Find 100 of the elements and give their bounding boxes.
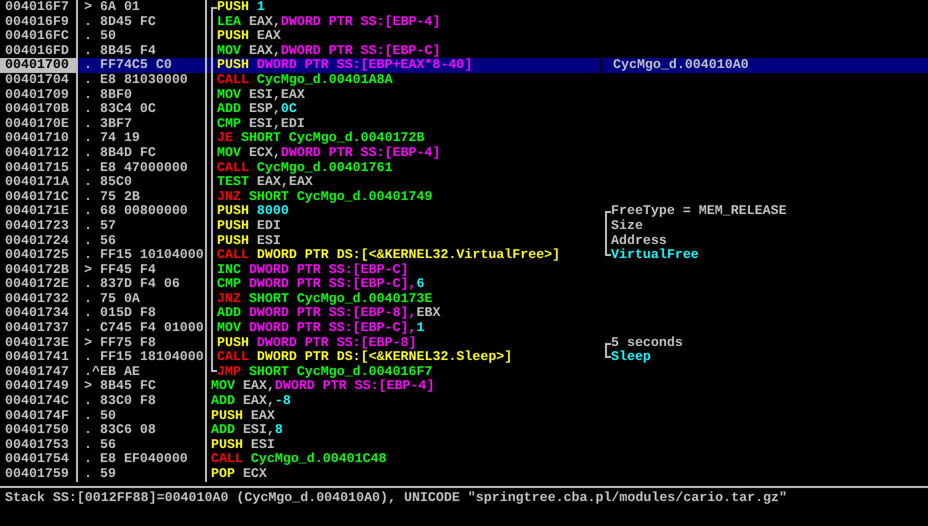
- instruction-text: PUSH DWORD PTR SS:[EBP+EAX*8-40]: [217, 58, 472, 73]
- jump-marker: .: [84, 102, 93, 117]
- comment-text: Size: [611, 218, 643, 234]
- jump-marker: .: [84, 190, 93, 204]
- hex-bytes: E8 81030000: [100, 72, 188, 88]
- hex-bytes: C745 F4 01000: [100, 321, 204, 336]
- address-cell[interactable]: 00401723: [0, 218, 76, 234]
- address-cell[interactable]: 00401700: [0, 58, 76, 73]
- hex-bytes: FF74C5 C0: [100, 58, 172, 73]
- jump-marker: .: [84, 452, 93, 467]
- address-cell[interactable]: 00401724: [0, 234, 76, 248]
- hex-bytes: 56: [100, 234, 116, 248]
- address-cell[interactable]: 0040174F: [0, 408, 76, 424]
- instruction-text: JNZ SHORT CycMgo_d.0040173E: [217, 292, 432, 306]
- instruction-text: ADD ESI,8: [211, 423, 283, 438]
- jump-marker: .: [84, 146, 93, 161]
- jump-marker: .: [84, 44, 93, 58]
- hex-bytes: 75 0A: [100, 292, 140, 306]
- comment-text: 5 seconds: [611, 336, 683, 350]
- address-cell[interactable]: 00401753: [0, 438, 76, 452]
- jump-marker: .: [84, 321, 93, 336]
- instruction-text: MOV ECX,DWORD PTR SS:[EBP-4]: [217, 146, 440, 161]
- address-cell[interactable]: 0040171C: [0, 190, 76, 204]
- jump-marker: .: [84, 234, 93, 248]
- instruction-text: PUSH 1: [217, 0, 265, 15]
- jump-marker: .: [84, 292, 93, 306]
- jump-marker: .: [84, 72, 93, 88]
- instruction-text: PUSH ESI: [211, 438, 275, 452]
- jump-marker: .: [84, 160, 93, 176]
- hex-bytes: 8B45 FC: [100, 379, 156, 394]
- jump-marker: >: [84, 336, 93, 350]
- hex-bytes: 8D45 FC: [100, 14, 156, 30]
- hex-bytes: FF45 F4: [100, 262, 156, 278]
- instruction-text: CALL DWORD PTR DS:[<&KERNEL32.VirtualFree>]: [217, 248, 560, 263]
- instruction-text: PUSH DWORD PTR SS:[EBP-8]: [217, 336, 417, 350]
- hex-bytes: FF15 18104000: [100, 350, 204, 365]
- jump-marker: .: [84, 248, 93, 263]
- instruction-text: CALL CycMgo_d.00401C48: [211, 452, 387, 467]
- comment-text: FreeType = MEM_RELEASE: [611, 204, 787, 219]
- hex-bytes: 75 2B: [100, 190, 140, 204]
- address-cell[interactable]: 00401704: [0, 72, 76, 88]
- address-cell[interactable]: 00401732: [0, 292, 76, 306]
- hex-bytes: FF75 F8: [100, 336, 156, 350]
- jump-marker: .: [84, 277, 93, 292]
- status-text: Stack SS:[0012FF88]=004010A0 (CycMgo_d.004010A0), UNICODE "springtree.cba.pl/modules/cario.tar.gz": [4, 489, 788, 505]
- address-cell[interactable]: 004016FD: [0, 44, 76, 58]
- instruction-text: INC DWORD PTR SS:[EBP-C]: [217, 262, 409, 277]
- address-cell[interactable]: 00401734: [0, 306, 76, 322]
- hex-bytes: EB AE: [100, 364, 140, 380]
- address-cell[interactable]: 00401715: [0, 160, 76, 176]
- jump-marker: .: [84, 58, 93, 73]
- hex-bytes: 68 00800000: [100, 204, 188, 219]
- address-cell[interactable]: 00401749: [0, 379, 76, 394]
- instruction-text: JMP SHORT CycMgo_d.004016F7: [217, 364, 432, 379]
- jump-marker: .: [84, 204, 93, 219]
- address-cell[interactable]: 00401750: [0, 423, 76, 438]
- address-cell[interactable]: 004016FC: [0, 29, 76, 44]
- address-cell[interactable]: 0040170E: [0, 116, 76, 132]
- comment-text: Address: [611, 234, 667, 248]
- address-cell[interactable]: 00401747: [0, 364, 76, 380]
- hex-bytes: 8BF0: [100, 88, 132, 102]
- address-cell[interactable]: 0040170B: [0, 102, 76, 117]
- hex-bytes: FF15 10104000: [100, 248, 204, 263]
- address-cell[interactable]: 0040174C: [0, 394, 76, 409]
- hex-bytes: 8B4D FC: [100, 146, 156, 161]
- jump-marker: .: [84, 175, 93, 190]
- jump-marker: .: [84, 131, 93, 146]
- hex-bytes: 50: [100, 29, 116, 44]
- address-cell[interactable]: 00401725: [0, 248, 76, 263]
- address-cell[interactable]: 00401709: [0, 88, 76, 102]
- hex-bytes: 85C0: [100, 175, 132, 190]
- instruction-text: LEA EAX,DWORD PTR SS:[EBP-4]: [217, 14, 440, 30]
- jump-marker: >: [84, 262, 93, 278]
- hex-bytes: 3BF7: [100, 116, 132, 132]
- address-cell[interactable]: 004016F7: [0, 0, 76, 15]
- hex-bytes: 837D F4 06: [100, 277, 180, 292]
- jump-marker: .: [84, 306, 93, 322]
- instruction-text: ADD ESP,0C: [217, 102, 297, 117]
- hex-bytes: 57: [100, 218, 116, 234]
- hex-bytes: 8B45 F4: [100, 44, 156, 58]
- jump-marker: .: [84, 438, 93, 452]
- address-cell[interactable]: 00401737: [0, 321, 76, 336]
- instruction-text: ADD EAX,-8: [211, 394, 291, 409]
- address-cell[interactable]: 0040172B: [0, 262, 76, 278]
- address-cell[interactable]: 00401712: [0, 146, 76, 161]
- address-cell[interactable]: 0040173E: [0, 336, 76, 350]
- hex-bytes: E8 47000000: [100, 160, 188, 176]
- address-cell[interactable]: 00401710: [0, 131, 76, 146]
- address-cell[interactable]: 0040172E: [0, 277, 76, 292]
- instruction-text: CMP ESI,EDI: [217, 116, 305, 131]
- address-cell[interactable]: 00401754: [0, 452, 76, 467]
- address-cell[interactable]: 00401741: [0, 350, 76, 365]
- instruction-text: CMP DWORD PTR SS:[EBP-C],6: [217, 277, 425, 292]
- address-cell[interactable]: 004016F9: [0, 14, 76, 30]
- address-cell[interactable]: 0040171E: [0, 204, 76, 219]
- address-cell[interactable]: 00401759: [0, 467, 76, 482]
- comment-text: CycMgo_d.004010A0: [613, 58, 749, 73]
- address-cell[interactable]: 0040171A: [0, 175, 76, 190]
- instruction-text: PUSH 8000: [217, 204, 289, 219]
- jump-marker: .: [84, 218, 93, 234]
